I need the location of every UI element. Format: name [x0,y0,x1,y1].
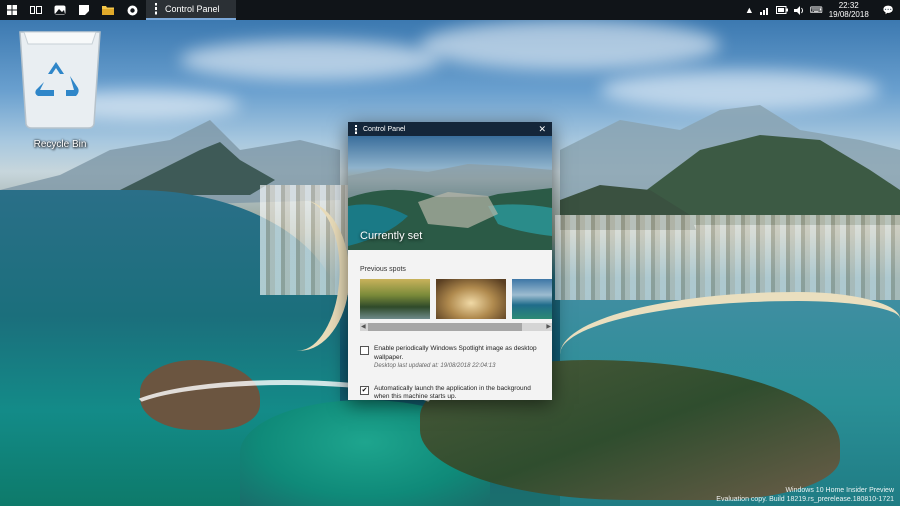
previous-spots-label: Previous spots [360,266,406,273]
battery-icon[interactable] [775,6,788,14]
browser-icon [127,5,137,15]
network-icon[interactable] [759,6,770,15]
option-enable-spotlight-wallpaper[interactable]: Enable periodically Windows Spotlight im… [360,345,544,371]
watermark-edition: Windows 10 Home Insider Preview [785,487,894,494]
watermark-build: Evaluation copy. Build 18219.rs_prerelea… [716,496,894,503]
scroll-right-arrow-icon[interactable]: ▶ [546,323,551,331]
clock[interactable]: 22:32 19/08/2018 [829,1,869,19]
control-panel-icon [355,124,357,134]
enable-spotlight-checkbox[interactable] [360,346,369,355]
photos-icon [54,5,66,15]
option-autostart[interactable]: ✔ Automatically launch the application i… [360,385,544,402]
previous-spot-thumbnail[interactable] [436,279,506,319]
taskbar-app-photos[interactable] [48,0,72,20]
volume-icon[interactable] [793,5,804,15]
taskbar: Control Panel ▲ ⌨ 22:32 19/08/2018 💬 [0,0,900,20]
enable-spotlight-label: Enable periodically Windows Spotlight im… [374,345,537,361]
taskbar-app-browser[interactable] [120,0,144,20]
window-titlebar[interactable]: Control Panel ✕ [348,122,552,136]
last-updated-text: Desktop last updated at: 19/08/2018 22:0… [374,363,496,369]
close-button[interactable]: ✕ [538,124,546,134]
taskbar-app-file-explorer[interactable] [96,0,120,20]
system-tray: ▲ ⌨ 22:32 19/08/2018 💬 [745,0,900,20]
language-icon[interactable]: ⌨ [810,5,823,16]
taskbar-app-notes[interactable] [72,0,96,20]
current-wallpaper-preview: Currently set [348,136,552,250]
desktop-icon-recycle-bin[interactable]: Recycle Bin [12,26,108,150]
currently-set-caption: Currently set [360,230,423,242]
previous-spot-thumbnail[interactable] [512,279,552,319]
task-view-button[interactable] [24,0,48,20]
taskbar-app-control-panel[interactable]: Control Panel [146,0,236,20]
gallery-scrollbar[interactable]: ◀ ▶ [360,323,552,331]
control-panel-icon [155,3,157,15]
previous-spot-thumbnail[interactable] [360,279,430,319]
autostart-checkbox[interactable]: ✔ [360,385,369,395]
evaluation-watermark: Windows 10 Home Insider Preview Evaluati… [716,486,894,504]
clock-time: 22:32 [838,1,859,10]
windows-logo-icon [7,5,17,15]
window-title: Control Panel [363,125,406,133]
control-panel-window: Control Panel ✕ Currently set Previous s… [348,122,552,400]
recycle-bin-label: Recycle Bin [33,139,87,150]
notification-center-icon[interactable]: 💬 [883,5,894,16]
show-hidden-icons-chevron-icon[interactable]: ▲ [745,5,754,15]
folder-icon [102,6,114,15]
clock-date: 19/08/2018 [828,10,869,19]
recycle-bin-icon [19,31,101,129]
active-app-label: Control Panel [165,4,220,14]
previous-spots-gallery [360,279,552,319]
scrollbar-thumb[interactable] [368,323,522,331]
autostart-label: Automatically launch the application in … [374,384,531,401]
notes-icon [79,5,89,15]
scroll-left-arrow-icon[interactable]: ◀ [361,323,366,331]
task-view-icon [30,6,42,14]
start-button[interactable] [0,0,24,20]
